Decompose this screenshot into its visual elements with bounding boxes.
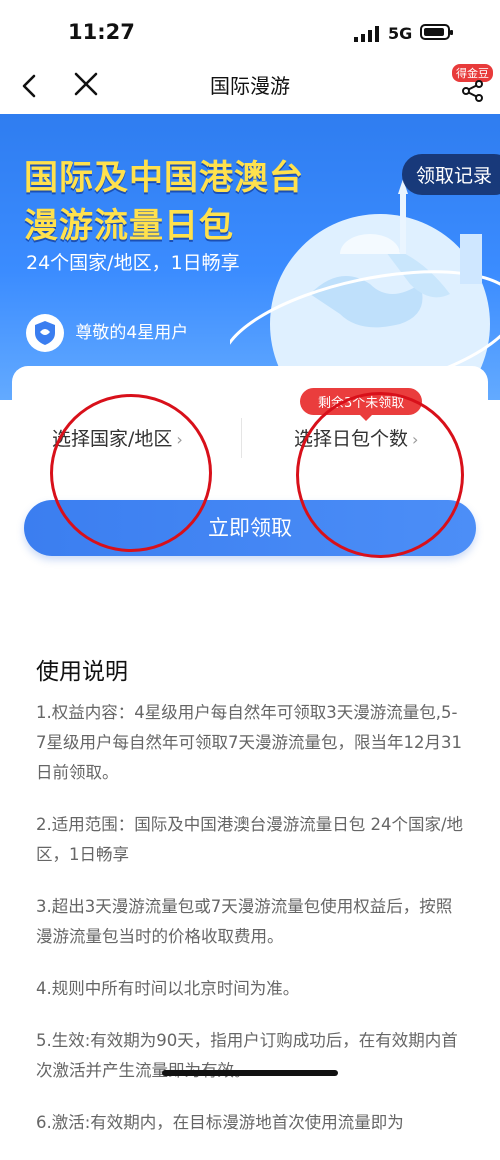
instruction-item: 2.适用范围：国际及中国港澳台漫游流量日包 24个国家/地区，1日畅享 xyxy=(36,815,464,864)
usage-instructions: 使用说明 1.权益内容：4星级用户每自然年可领取3天漫游流量包,5-7星级用户每… xyxy=(36,652,466,1160)
banner-subtitle: 24个国家/地区，1日畅享 xyxy=(26,252,240,274)
instruction-item: 6.激活:有效期内，在目标漫游地首次使用流量即为 xyxy=(36,1113,404,1132)
claim-record-button[interactable]: 领取记录 xyxy=(401,154,500,195)
page-title: 国际漫游 xyxy=(210,74,290,98)
network-type: 5G xyxy=(388,24,413,43)
home-indicator[interactable] xyxy=(162,1070,338,1076)
chevron-right-icon: › xyxy=(176,430,183,449)
chevron-right-icon: › xyxy=(412,430,419,449)
selector-divider xyxy=(241,418,242,458)
instruction-item: 5.生效:有效期为90天，指用户订购成功后，在有效期内首次激活并产生流量即为有效… xyxy=(36,1031,458,1080)
instructions-title: 使用说明 xyxy=(36,659,128,685)
instruction-item: 4.规则中所有时间以北京时间为准。 xyxy=(36,979,300,998)
user-level-label: 尊敬的4星用户 xyxy=(75,323,189,343)
promo-banner: 国际及中国港澳台 漫游流量日包 24个国家/地区，1日畅享 领取记录 尊敬的4星… xyxy=(0,114,500,400)
country-selector-label: 选择国家/地区 xyxy=(52,428,173,450)
share-icon[interactable] xyxy=(460,78,486,104)
banner-title-line1: 国际及中国港澳台 xyxy=(24,158,304,198)
claim-now-button[interactable]: 立即领取 xyxy=(24,500,476,556)
instruction-item: 3.超出3天漫游流量包或7天漫游流量包使用权益后，按照漫游流量包当时的价格收取费… xyxy=(36,897,453,946)
status-bar: 11:27 5G xyxy=(0,0,500,62)
selector-card: 选择国家/地区 › 剩余3个未领取 选择日包个数 › xyxy=(12,366,488,496)
status-time: 11:27 xyxy=(68,20,135,44)
package-selector-label: 选择日包个数 xyxy=(294,428,409,450)
instruction-item: 1.权益内容：4星级用户每自然年可领取3天漫游流量包,5-7星级用户每自然年可领… xyxy=(36,703,462,782)
nav-bar: 国际漫游 得金豆 xyxy=(0,62,500,114)
signal-icon xyxy=(354,26,379,42)
banner-title-line2: 漫游流量日包 xyxy=(24,206,234,246)
remaining-badge: 剩余3个未领取 xyxy=(300,388,423,421)
shield-icon xyxy=(26,314,64,352)
battery-icon xyxy=(420,24,453,40)
user-level: 尊敬的4星用户 xyxy=(26,314,188,352)
package-count-selector[interactable]: 选择日包个数 › xyxy=(294,424,418,451)
country-selector[interactable]: 选择国家/地区 › xyxy=(52,424,183,451)
